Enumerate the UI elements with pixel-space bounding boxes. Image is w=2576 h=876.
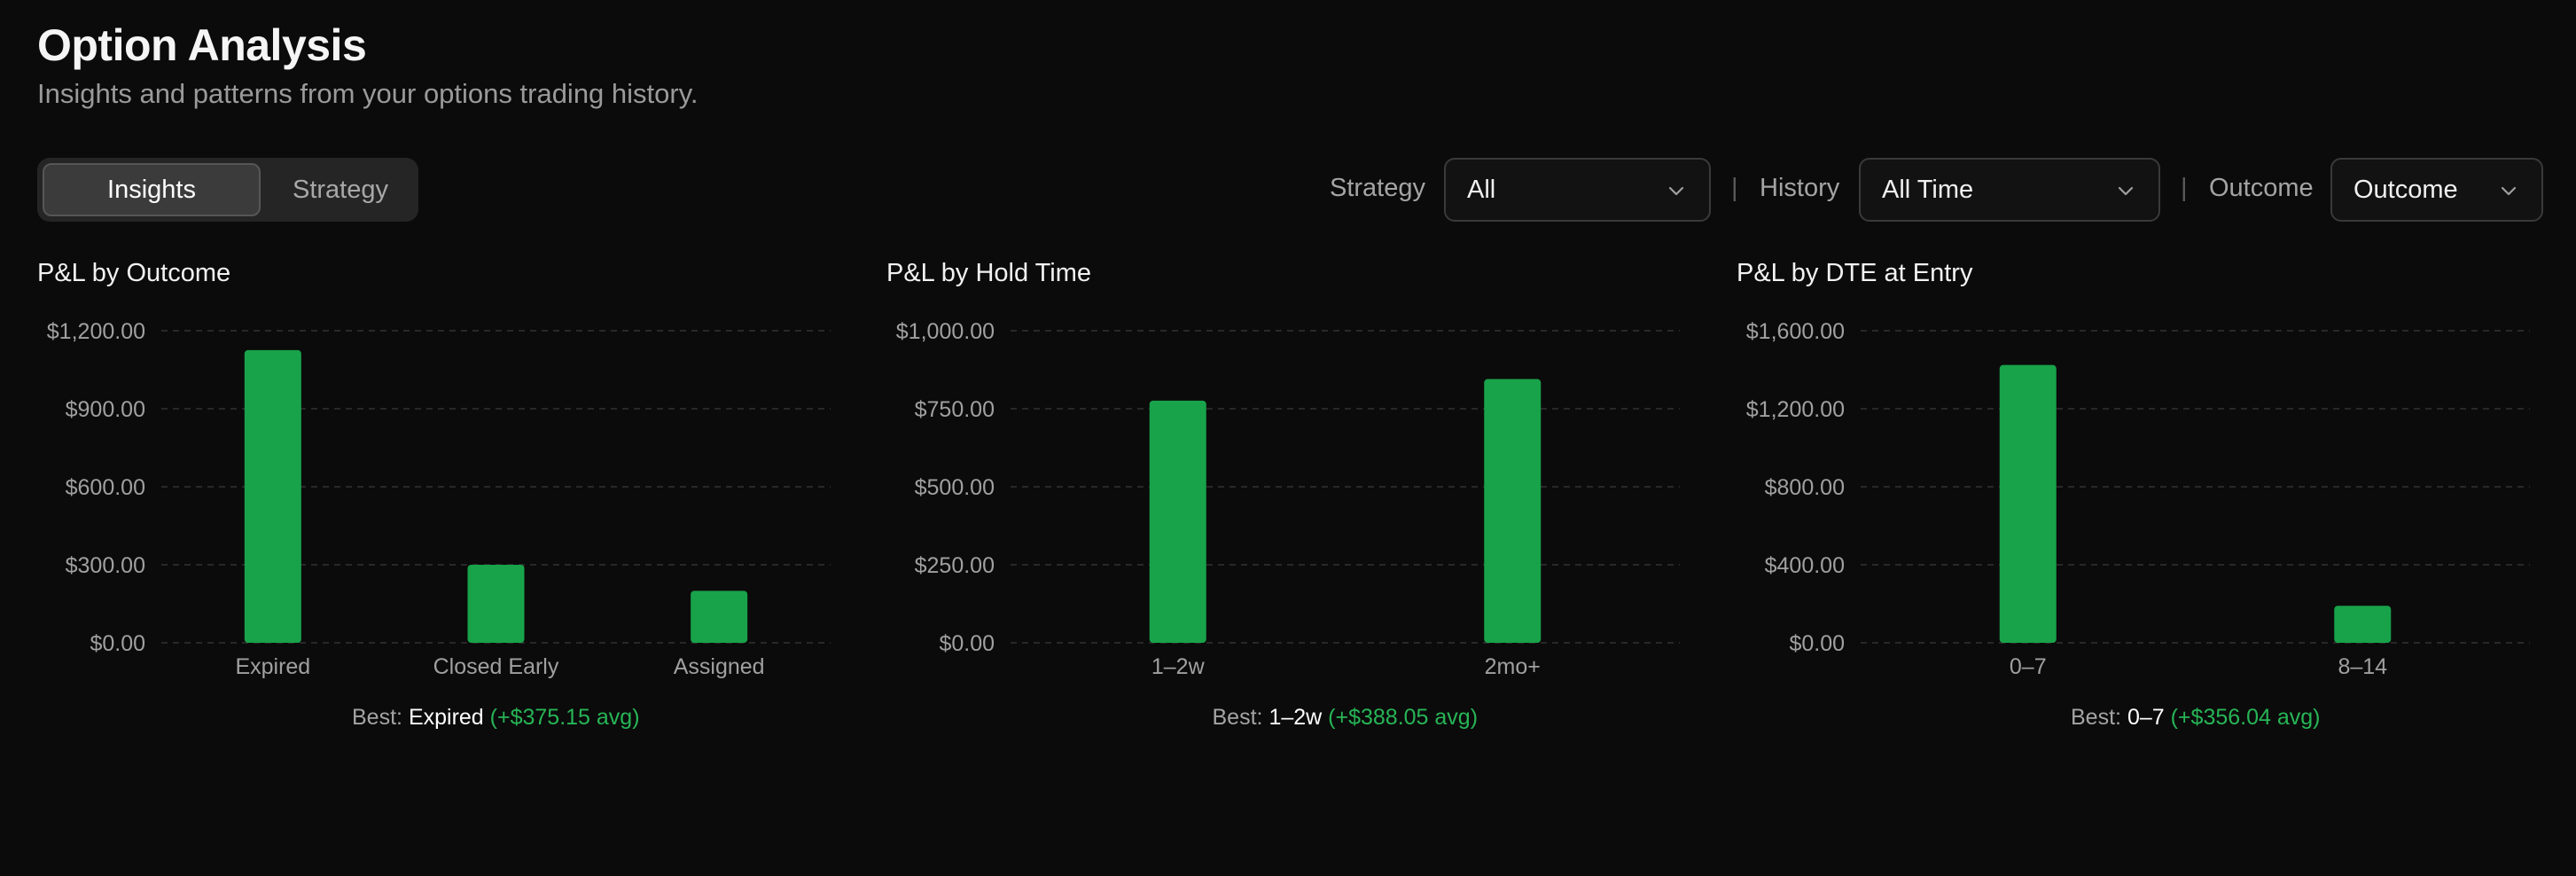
page-subtitle: Insights and patterns from your options … (37, 78, 699, 109)
chart-pnl-by-hold-time: $0.00 $250.00 $500.00 $750.00 $1,000.00 1–2w 2… (896, 319, 1680, 679)
y-tick-label: $300.00 (66, 553, 145, 578)
outcome-filter-label: Outcome (2209, 174, 2314, 202)
filter-separator: | (1731, 174, 1738, 202)
x-tick-label: Expired (235, 654, 310, 679)
bar-expired[interactable] (244, 349, 301, 643)
best-avg: (+$356.04 avg) (2170, 705, 2321, 730)
best-avg: (+$375.15 avg) (489, 705, 640, 730)
y-tick-label: $900.00 (66, 397, 145, 422)
bar-8-14[interactable] (2334, 606, 2392, 643)
y-tick-label: $250.00 (915, 553, 995, 578)
outcome-select[interactable]: Outcome (2330, 158, 2543, 222)
y-tick-label: $750.00 (915, 397, 995, 422)
bar-2mo-[interactable] (1484, 379, 1542, 643)
y-tick-label: $1,000.00 (896, 319, 995, 344)
chevron-down-icon (1668, 186, 1684, 196)
history-filter-label: History (1760, 174, 1840, 202)
strategy-select[interactable]: All (1444, 158, 1711, 222)
x-tick-label: 0–7 (2010, 654, 2047, 679)
chart-title-hold-time: P&L by Hold Time (886, 259, 1092, 287)
filter-separator: | (2181, 174, 2188, 202)
y-tick-label: $0.00 (1789, 631, 1845, 656)
bar-0-7[interactable] (1999, 364, 2057, 643)
history-select-value: All Time (1882, 175, 1974, 204)
page-title: Option Analysis (37, 20, 367, 70)
y-tick-label: $1,200.00 (47, 319, 145, 344)
bar-1-2w[interactable] (1149, 400, 1206, 643)
tab-insights[interactable]: Insights (43, 163, 261, 216)
bar-assigned[interactable] (691, 591, 748, 643)
x-tick-label: Assigned (674, 654, 765, 679)
outcome-select-value: Outcome (2354, 175, 2458, 204)
y-tick-label: $500.00 (915, 475, 995, 500)
chevron-down-icon (2118, 186, 2134, 196)
strategy-filter-label: Strategy (1330, 174, 1425, 202)
best-category: 0–7 (2127, 705, 2165, 730)
y-tick-label: $1,600.00 (1746, 319, 1845, 344)
chart-pnl-by-outcome: $0.00 $300.00 $600.00 $900.00 $1,200.00 Expir… (47, 319, 831, 679)
y-tick-label: $800.00 (1765, 475, 1845, 500)
y-tick-label: $0.00 (90, 631, 145, 656)
y-tick-label: $1,200.00 (1746, 397, 1845, 422)
y-tick-label: $0.00 (939, 631, 995, 656)
best-category: 1–2w (1268, 705, 1323, 730)
best-outcome-summary: Best: Expired (+$375.15 avg) (352, 705, 640, 731)
view-segmented-control: Insights Strategy (37, 158, 418, 222)
x-tick-label: 2mo+ (1485, 654, 1541, 679)
x-tick-label: Closed Early (433, 654, 559, 679)
best-prefix: Best: (352, 705, 402, 730)
chevron-down-icon (2501, 186, 2517, 196)
x-tick-label: 8–14 (2338, 654, 2387, 679)
strategy-select-value: All (1467, 175, 1496, 204)
chart-title-outcome: P&L by Outcome (37, 259, 231, 287)
history-select[interactable]: All Time (1859, 158, 2160, 222)
chart-pnl-by-dte: $0.00 $400.00 $800.00 $1,200.00 $1,600.00 0–7… (1746, 319, 2530, 679)
tab-strategy[interactable]: Strategy (268, 163, 413, 216)
bar-closed-early[interactable] (467, 565, 525, 643)
best-dte-summary: Best: 0–7 (+$356.04 avg) (2071, 705, 2320, 731)
best-prefix: Best: (2071, 705, 2121, 730)
chart-title-dte: P&L by DTE at Entry (1737, 259, 1973, 287)
best-avg: (+$388.05 avg) (1328, 705, 1479, 730)
best-category: Expired (408, 705, 484, 730)
best-prefix: Best: (1212, 705, 1263, 730)
y-tick-label: $600.00 (66, 475, 145, 500)
best-hold-time-summary: Best: 1–2w (+$388.05 avg) (1213, 705, 1479, 731)
y-tick-label: $400.00 (1765, 553, 1845, 578)
x-tick-label: 1–2w (1151, 654, 1206, 679)
